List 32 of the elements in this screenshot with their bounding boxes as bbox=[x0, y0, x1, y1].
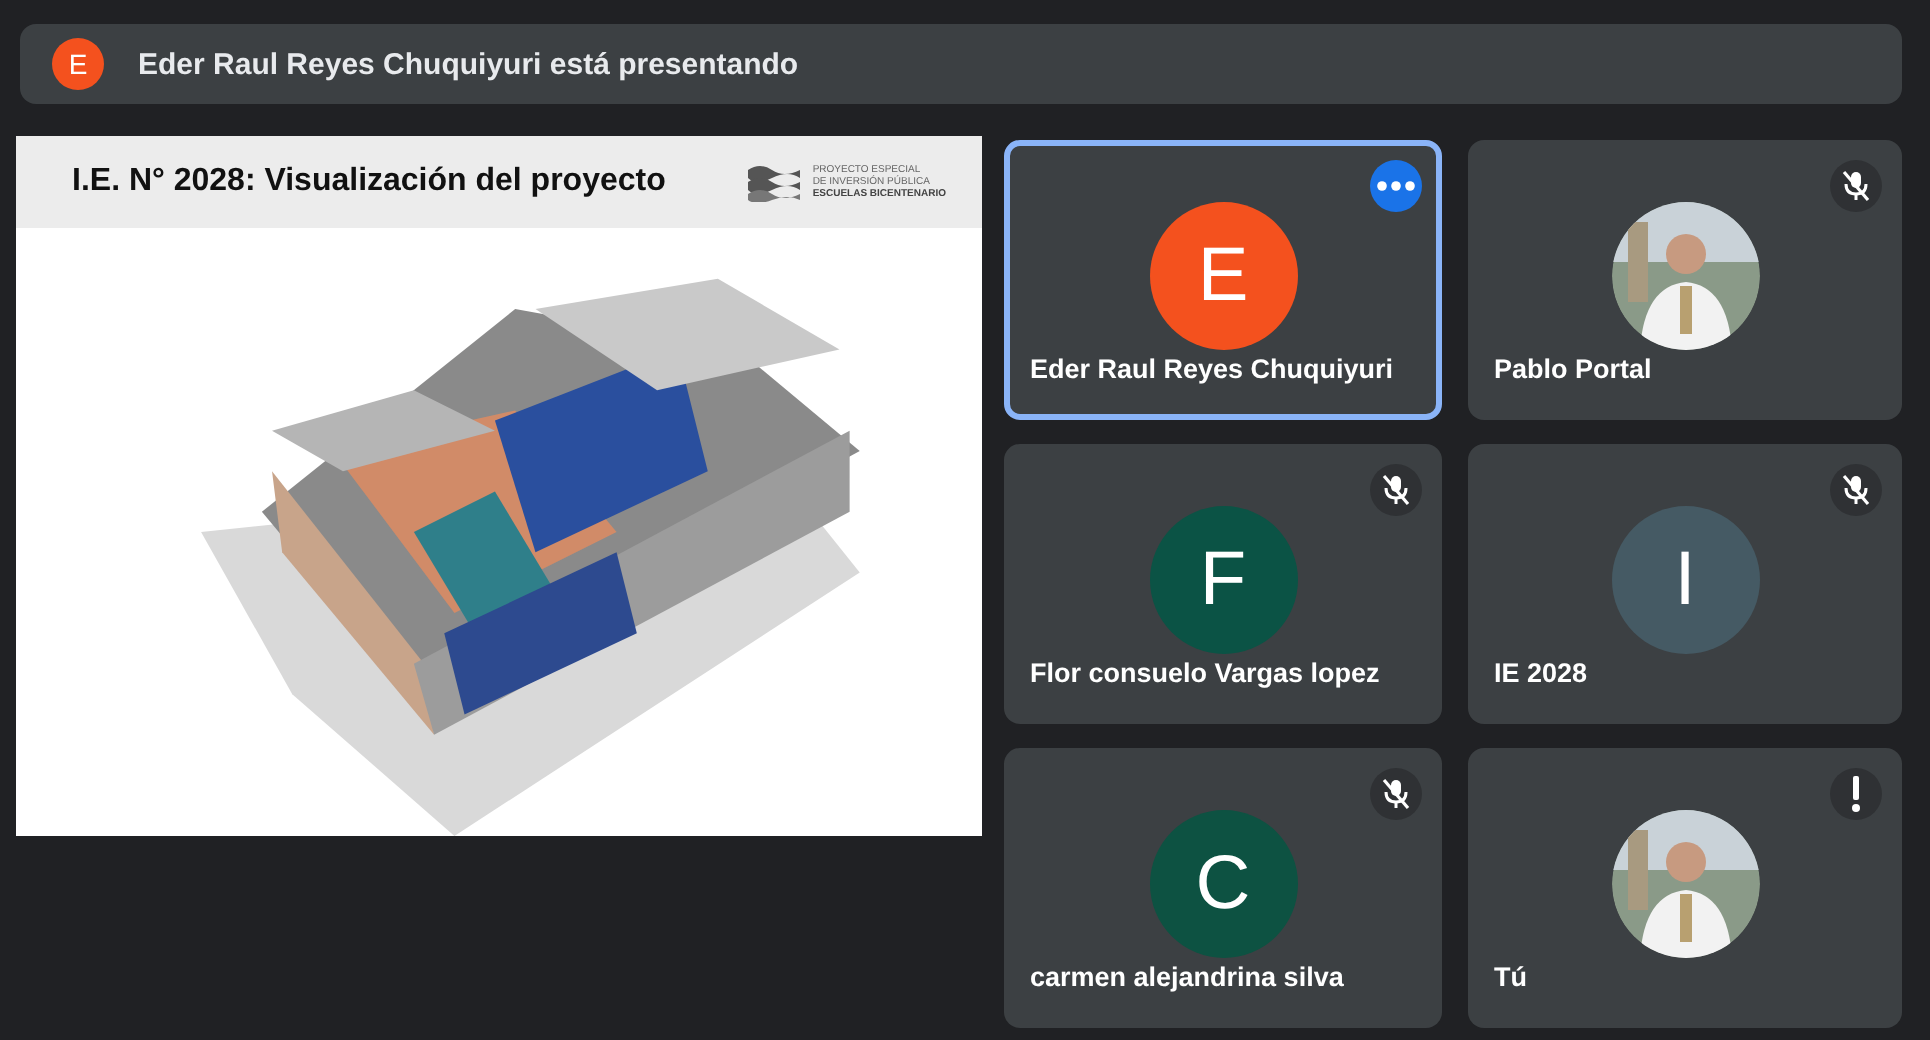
microphone-off-icon bbox=[1842, 170, 1870, 202]
participant-tile[interactable]: Pablo Portal bbox=[1468, 140, 1902, 420]
participant-avatar: F bbox=[1149, 506, 1297, 654]
participant-name: Flor consuelo Vargas lopez bbox=[1030, 658, 1380, 688]
participant-name: Tú bbox=[1494, 962, 1527, 992]
status-indicator[interactable] bbox=[1370, 768, 1422, 820]
participant-tile[interactable]: Tú bbox=[1468, 748, 1902, 1028]
participant-tile[interactable]: F Flor consuelo Vargas lopez bbox=[1004, 444, 1442, 724]
logo-icon bbox=[744, 162, 805, 202]
participant-name: IE 2028 bbox=[1494, 658, 1588, 688]
status-indicator[interactable] bbox=[1370, 464, 1422, 516]
alert-icon bbox=[1850, 776, 1862, 812]
participant-name: Pablo Portal bbox=[1494, 354, 1652, 384]
microphone-off-icon bbox=[1842, 474, 1870, 506]
status-indicator[interactable] bbox=[1370, 160, 1422, 212]
microphone-off-icon bbox=[1382, 778, 1410, 810]
participant-avatar: I bbox=[1611, 506, 1759, 654]
participant-tile[interactable]: I IE 2028 bbox=[1468, 444, 1902, 724]
participant-avatar: C bbox=[1149, 810, 1297, 958]
presenter-message: Eder Raul Reyes Chuquiyuri está presentando bbox=[138, 47, 799, 81]
slide-title: I.E. N° 2028: Visualización del proyecto bbox=[72, 164, 666, 200]
status-indicator[interactable] bbox=[1830, 160, 1882, 212]
status-indicator[interactable] bbox=[1830, 464, 1882, 516]
participant-name: carmen alejandrina silva bbox=[1030, 962, 1344, 992]
presenter-avatar: E bbox=[52, 38, 104, 90]
microphone-off-icon bbox=[1382, 474, 1410, 506]
participant-tile[interactable]: E Eder Raul Reyes Chuquiyuri bbox=[1004, 140, 1442, 420]
participant-avatar: E bbox=[1149, 202, 1297, 350]
status-indicator[interactable] bbox=[1830, 768, 1882, 820]
participant-name: Eder Raul Reyes Chuquiyuri bbox=[1030, 354, 1394, 384]
participant-tile[interactable]: C carmen alejandrina silva bbox=[1004, 748, 1442, 1028]
more-options-icon bbox=[1374, 180, 1418, 192]
